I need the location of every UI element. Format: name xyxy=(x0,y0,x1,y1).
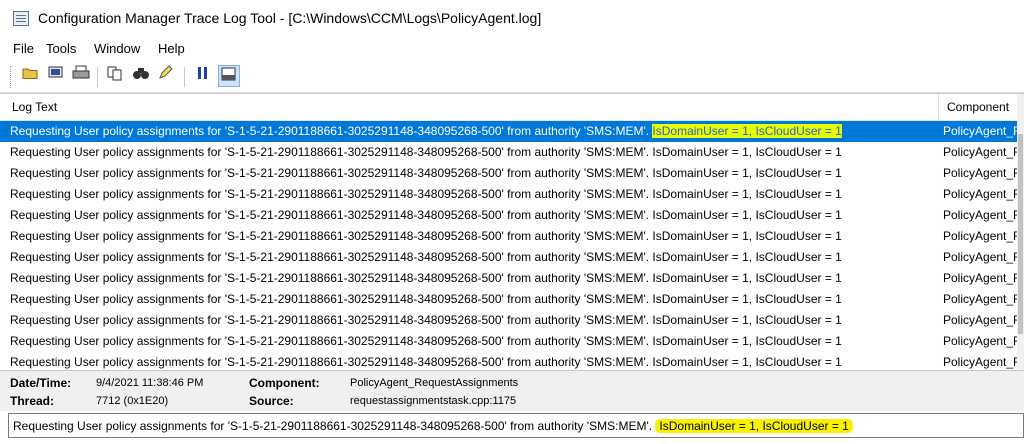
thread-value: 7712 (0x1E20) xyxy=(96,395,169,407)
log-row[interactable]: Requesting User policy assignments for '… xyxy=(0,289,1024,310)
find-icon[interactable] xyxy=(130,65,152,87)
open-folder-icon[interactable] xyxy=(20,65,42,87)
log-component: PolicyAgent_R xyxy=(943,187,1022,201)
log-message: Requesting User policy assignments for '… xyxy=(10,121,842,142)
message-prefix: Requesting User policy assignments for '… xyxy=(13,419,653,433)
menu-bar: File Tools Window Help xyxy=(0,38,1024,60)
log-message-flags: IsDomainUser = 1, IsCloudUser = 1 xyxy=(652,145,842,159)
log-component: PolicyAgent_R xyxy=(943,292,1022,306)
log-component: PolicyAgent_R xyxy=(943,313,1022,327)
log-message-prefix: Requesting User policy assignments for '… xyxy=(10,208,653,222)
log-message-prefix: Requesting User policy assignments for '… xyxy=(10,313,653,327)
log-row[interactable]: Requesting User policy assignments for '… xyxy=(0,310,1024,331)
log-message: Requesting User policy assignments for '… xyxy=(10,310,842,331)
log-message-flags: IsDomainUser = 1, IsCloudUser = 1 xyxy=(652,208,842,222)
log-message-flags: IsDomainUser = 1, IsCloudUser = 1 xyxy=(652,124,842,138)
log-row[interactable]: Requesting User policy assignments for '… xyxy=(0,142,1024,163)
log-row[interactable]: Requesting User policy assignments for '… xyxy=(0,184,1024,205)
highlight-icon[interactable] xyxy=(155,65,177,87)
log-message: Requesting User policy assignments for '… xyxy=(10,226,842,247)
log-message-flags: IsDomainUser = 1, IsCloudUser = 1 xyxy=(652,250,842,264)
print-preview-icon[interactable] xyxy=(45,65,67,87)
log-message-prefix: Requesting User policy assignments for '… xyxy=(10,271,653,285)
message-textbox[interactable]: Requesting User policy assignments for '… xyxy=(8,413,1024,438)
column-divider[interactable] xyxy=(938,94,939,120)
log-component: PolicyAgent_R xyxy=(943,355,1022,369)
log-message-flags: IsDomainUser = 1, IsCloudUser = 1 xyxy=(652,271,842,285)
log-row[interactable]: Requesting User policy assignments for '… xyxy=(0,268,1024,289)
log-component: PolicyAgent_R xyxy=(943,166,1022,180)
message-highlight: IsDomainUser = 1, IsCloudUser = 1 xyxy=(655,419,853,433)
log-message-flags: IsDomainUser = 1, IsCloudUser = 1 xyxy=(652,313,842,327)
log-message: Requesting User policy assignments for '… xyxy=(10,184,842,205)
log-message: Requesting User policy assignments for '… xyxy=(10,289,842,310)
log-message-prefix: Requesting User policy assignments for '… xyxy=(10,250,653,264)
app-icon xyxy=(13,11,29,26)
log-message-flags: IsDomainUser = 1, IsCloudUser = 1 xyxy=(652,292,842,306)
details-pane: Date/Time: 9/4/2021 11:38:46 PM Componen… xyxy=(0,370,1024,411)
log-message: Requesting User policy assignments for '… xyxy=(10,247,842,268)
log-message-flags: IsDomainUser = 1, IsCloudUser = 1 xyxy=(652,355,842,369)
column-header-log-text[interactable]: Log Text xyxy=(12,100,57,114)
log-message-prefix: Requesting User policy assignments for '… xyxy=(10,145,653,159)
log-message-flags: IsDomainUser = 1, IsCloudUser = 1 xyxy=(652,334,842,348)
log-row[interactable]: Requesting User policy assignments for '… xyxy=(0,247,1024,268)
print-icon[interactable] xyxy=(70,65,92,87)
thread-label: Thread: xyxy=(10,394,55,408)
log-message-prefix: Requesting User policy assignments for '… xyxy=(10,355,653,369)
menu-window[interactable]: Window xyxy=(94,41,140,56)
log-message-flags: IsDomainUser = 1, IsCloudUser = 1 xyxy=(652,229,842,243)
menu-help[interactable]: Help xyxy=(158,41,185,56)
grid-header: Log Text Component xyxy=(0,94,1024,121)
log-component: PolicyAgent_R xyxy=(943,145,1022,159)
vertical-scrollbar[interactable] xyxy=(1017,94,1024,370)
log-row[interactable]: Requesting User policy assignments for '… xyxy=(0,163,1024,184)
log-message-prefix: Requesting User policy assignments for '… xyxy=(10,334,653,348)
log-component: PolicyAgent_R xyxy=(943,271,1022,285)
log-row[interactable]: Requesting User policy assignments for '… xyxy=(0,331,1024,352)
log-message-flags: IsDomainUser = 1, IsCloudUser = 1 xyxy=(652,187,842,201)
column-header-component[interactable]: Component xyxy=(947,100,1009,114)
log-message-prefix: Requesting User policy assignments for '… xyxy=(10,124,653,138)
scrollbar-thumb[interactable] xyxy=(1018,134,1023,334)
log-message: Requesting User policy assignments for '… xyxy=(10,205,842,226)
log-message: Requesting User policy assignments for '… xyxy=(10,331,842,352)
log-component: PolicyAgent_R xyxy=(943,250,1022,264)
pause-icon[interactable] xyxy=(192,65,214,87)
log-message: Requesting User policy assignments for '… xyxy=(10,268,842,289)
log-row[interactable]: Requesting User policy assignments for '… xyxy=(0,205,1024,226)
component-label: Component: xyxy=(249,376,320,390)
log-rows: Requesting User policy assignments for '… xyxy=(0,121,1024,370)
toolbar xyxy=(0,62,1024,93)
details-pane-icon[interactable] xyxy=(218,65,240,87)
window-title: Configuration Manager Trace Log Tool - [… xyxy=(38,10,542,26)
log-row[interactable]: Requesting User policy assignments for '… xyxy=(0,121,1024,142)
source-value: requestassignmentstask.cpp:1175 xyxy=(350,395,517,407)
component-value: PolicyAgent_RequestAssignments xyxy=(350,377,519,389)
title-bar: Configuration Manager Trace Log Tool - [… xyxy=(0,0,1024,37)
log-message: Requesting User policy assignments for '… xyxy=(10,352,842,370)
datetime-value: 9/4/2021 11:38:46 PM xyxy=(96,377,204,389)
log-message: Requesting User policy assignments for '… xyxy=(10,142,842,163)
log-message-prefix: Requesting User policy assignments for '… xyxy=(10,166,653,180)
menu-tools[interactable]: Tools xyxy=(46,41,76,56)
log-message-prefix: Requesting User policy assignments for '… xyxy=(10,229,653,243)
datetime-label: Date/Time: xyxy=(10,376,72,390)
log-message-prefix: Requesting User policy assignments for '… xyxy=(10,187,653,201)
menu-file[interactable]: File xyxy=(13,41,34,56)
copy-icon[interactable] xyxy=(104,65,126,87)
log-row[interactable]: Requesting User policy assignments for '… xyxy=(0,352,1024,370)
log-row[interactable]: Requesting User policy assignments for '… xyxy=(0,226,1024,247)
log-component: PolicyAgent_R xyxy=(943,124,1022,138)
message-text: Requesting User policy assignments for '… xyxy=(13,419,853,433)
log-component: PolicyAgent_R xyxy=(943,334,1022,348)
log-grid[interactable]: Log Text Component Requesting User polic… xyxy=(0,93,1024,370)
toolbar-grip[interactable] xyxy=(10,66,14,88)
log-message-flags: IsDomainUser = 1, IsCloudUser = 1 xyxy=(652,166,842,180)
log-message-prefix: Requesting User policy assignments for '… xyxy=(10,292,653,306)
log-message: Requesting User policy assignments for '… xyxy=(10,163,842,184)
log-component: PolicyAgent_R xyxy=(943,208,1022,222)
source-label: Source: xyxy=(249,394,294,408)
log-component: PolicyAgent_R xyxy=(943,229,1022,243)
